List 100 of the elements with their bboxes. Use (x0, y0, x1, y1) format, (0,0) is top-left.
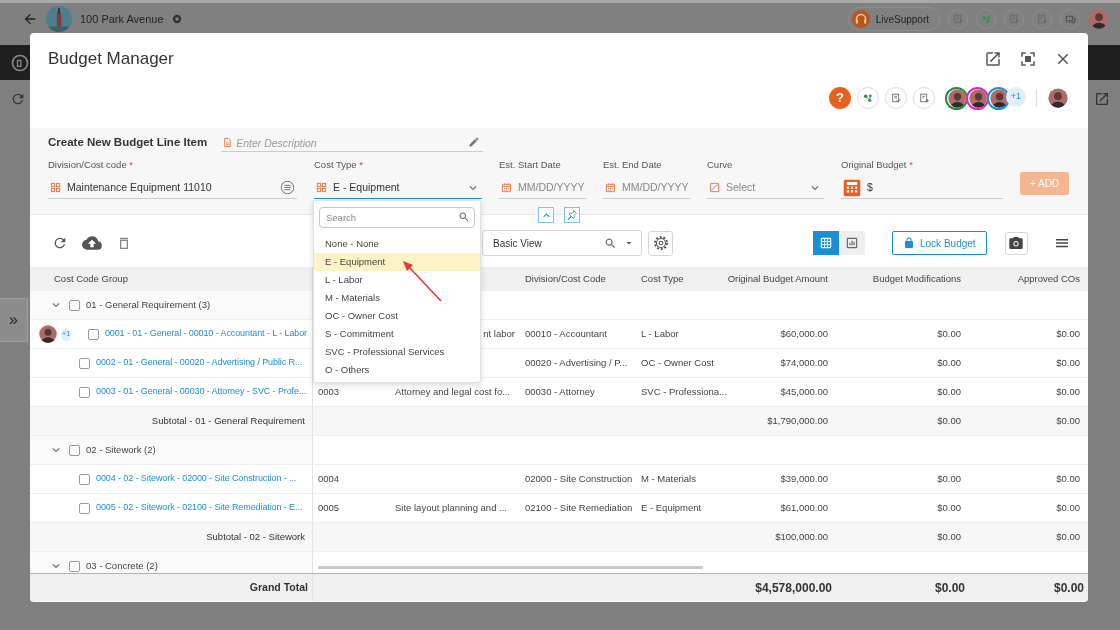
table-cell: $39,000.00 (780, 472, 828, 484)
table-cell: 00020 - Advertising / P... (525, 356, 628, 368)
back-arrow-icon[interactable] (22, 11, 38, 27)
document-icon (222, 137, 234, 148)
chart-view-button[interactable] (839, 231, 865, 255)
document-icon (889, 91, 903, 105)
table-cell: L - Labor (641, 327, 679, 339)
dropdown-option[interactable]: None - None (314, 235, 480, 253)
table-cell: $1,790,000.00 (767, 414, 828, 426)
search-field[interactable]: Search (319, 207, 475, 228)
table-cell: $45,000.00 (780, 385, 828, 397)
table-cell: Attorney and legal cost fo... (395, 385, 511, 397)
description-field[interactable]: Enter Description (221, 134, 484, 152)
checkbox[interactable] (69, 299, 80, 311)
expand-tab[interactable]: » (0, 298, 28, 342)
field-label: Est. Start Date (499, 158, 562, 172)
line-item-link[interactable]: 0005 - 02 - Sitework - 02100 - Site Remediation - E... (96, 501, 303, 515)
external-link-icon[interactable] (1094, 90, 1110, 107)
checkbox[interactable] (79, 386, 90, 398)
dropdown-option[interactable]: S - Commitment (314, 325, 480, 343)
checkbox[interactable] (79, 502, 90, 514)
settings-button[interactable] (648, 230, 673, 256)
pin-button[interactable] (564, 207, 580, 223)
cost-code-icon (316, 182, 327, 194)
pin-icon (566, 209, 578, 221)
table-cell: M - Materials (641, 472, 696, 484)
dropdown-option[interactable]: SVC - Professional Services (314, 343, 480, 361)
line-item-link[interactable]: 0001 - 01 - General - 00010 - Accountant - L - Labor (104, 327, 307, 341)
fullscreen-icon[interactable] (1019, 50, 1037, 68)
field-label: Est. End Date (603, 158, 663, 172)
group-label: 03 - Concrete (2) (86, 558, 158, 573)
budget-field[interactable]: $ (841, 177, 1003, 200)
collapse-button[interactable] (538, 207, 554, 223)
camera-button[interactable] (1004, 231, 1028, 255)
cost-type-select[interactable]: E - Equipment (314, 177, 482, 200)
table-cell: $0.00 (937, 501, 961, 513)
search-icon (458, 211, 470, 223)
table-cell: $0.00 (1056, 530, 1080, 542)
line-item-link[interactable]: 0002 - 01 - General - 00020 - Advertising / Public R... (96, 356, 303, 370)
column-header[interactable]: Budget Modifications (872, 272, 961, 284)
column-header[interactable]: Cost Type (641, 272, 684, 284)
project-name[interactable]: 100 Park Avenue (80, 10, 164, 28)
document-plus-icon (917, 91, 931, 105)
lock-budget-button[interactable]: Lock Budget (892, 231, 987, 255)
calendar-icon (605, 182, 616, 194)
line-item-link[interactable]: 0004 - 02 - Sitework - 02000 - Site Construction - ... (96, 472, 297, 486)
checkbox[interactable] (87, 328, 99, 340)
dropdown-option[interactable]: L - Labor (314, 271, 480, 289)
line-item-link[interactable]: 0003 - 01 - General - 00030 - Attorney - SVC - Profe... (96, 385, 307, 399)
checkbox[interactable] (79, 357, 90, 369)
table-cell: $61,000.00 (780, 501, 828, 513)
subtotal-label: Subtotal - 01 - General Requirement (151, 413, 305, 428)
table-cell: $0.00 (937, 385, 961, 397)
dropdown-option[interactable]: M - Materials (314, 289, 480, 307)
form-title: Create New Budget Line Item (48, 135, 208, 151)
table-cell: $0.00 (937, 530, 961, 542)
table-cell: $0.00 (937, 356, 961, 368)
field-label: Division/Cost code * (48, 158, 134, 172)
calculator-icon[interactable] (843, 178, 861, 197)
table-cell: SVC - Professiona... (641, 385, 728, 397)
column-header[interactable]: Approved COs (1017, 272, 1080, 284)
external-link-icon[interactable] (984, 50, 1002, 68)
checkbox[interactable] (69, 444, 80, 456)
table-cell: $0.00 (1056, 414, 1080, 426)
dropdown-option[interactable]: OC - Owner Cost (314, 307, 480, 325)
dropdown-option[interactable]: O - Others (314, 361, 480, 379)
table-cell: $0.00 (937, 327, 961, 339)
table-cell: Site layout planning and ... (395, 501, 507, 513)
column-header[interactable]: Cost Code Group (54, 271, 128, 287)
pencil-icon[interactable] (468, 136, 481, 148)
table-cell: 00030 - Attorney (525, 385, 595, 397)
headset-icon (851, 10, 870, 28)
table-cell: $0.00 (1056, 356, 1080, 368)
subtotal-label: Subtotal - 02 - Sitework (206, 529, 305, 544)
column-header[interactable]: Original Budget Amount (727, 272, 828, 284)
logo-icon (10, 52, 30, 73)
field-label: Cost Type * (314, 158, 364, 172)
table-cell: $0.00 (1056, 472, 1080, 484)
user-avatar (38, 324, 58, 344)
group-label: 01 - General Requirement (3) (86, 297, 211, 312)
table-cell: 02000 - Site Construction (525, 472, 633, 484)
checkbox[interactable] (79, 473, 90, 485)
field-label: Original Budget * (841, 158, 914, 172)
table-cell: nt labor (483, 327, 515, 339)
modal-title: Budget Manager (48, 48, 174, 70)
upload-cloud-icon[interactable] (82, 233, 102, 253)
curve-icon (709, 182, 720, 194)
table-cell: OC - Owner Cost (641, 356, 714, 368)
checkbox[interactable] (69, 560, 80, 572)
grid-view-button[interactable] (813, 231, 839, 255)
table-cell: $74,000.00 (780, 356, 828, 368)
dropdown-option[interactable]: E - Equipment (314, 253, 480, 271)
view-select[interactable]: Basic View (482, 230, 642, 256)
table-cell: $100,000.00 (775, 530, 828, 542)
scrollbar[interactable] (318, 566, 703, 569)
column-header[interactable]: Division/Cost Code (525, 272, 606, 284)
refresh-icon[interactable] (52, 235, 68, 251)
grand-total-label: Grand Total (249, 579, 308, 595)
user-avatar (1047, 87, 1069, 109)
division-field[interactable]: Maintenance Equipment 11010 (48, 177, 297, 200)
